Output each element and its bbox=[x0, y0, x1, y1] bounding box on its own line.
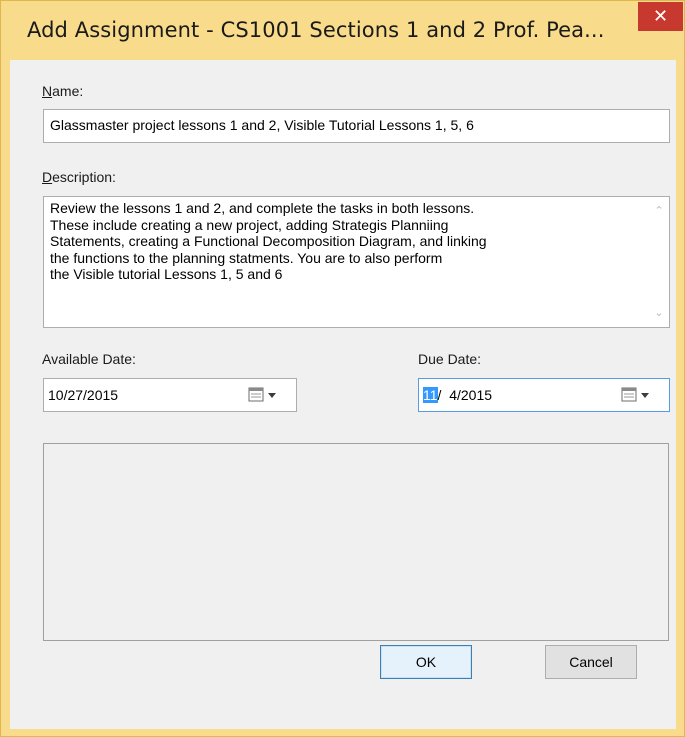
empty-panel bbox=[43, 443, 669, 641]
available-date-label: Available Date: bbox=[42, 351, 136, 367]
due-date-value: 11/ 4/2015 bbox=[423, 387, 492, 403]
description-label-text: escription: bbox=[52, 169, 116, 185]
calendar-dropdown-icon[interactable] bbox=[620, 387, 654, 403]
due-date-month-selected[interactable]: 11 bbox=[423, 387, 438, 403]
description-text: Review the lessons 1 and 2, and complete… bbox=[50, 200, 487, 282]
due-date-rest: / 4/2015 bbox=[437, 387, 493, 403]
window-title: Add Assignment - CS1001 Sections 1 and 2… bbox=[27, 18, 605, 42]
scroll-down-icon[interactable]: ⌄ bbox=[649, 303, 669, 323]
description-textarea[interactable]: Review the lessons 1 and 2, and complete… bbox=[43, 196, 670, 328]
name-label-mnemonic: N bbox=[42, 83, 53, 99]
available-date-value: 10/27/2015 bbox=[48, 387, 119, 403]
dialog-window: Add Assignment - CS1001 Sections 1 and 2… bbox=[0, 0, 685, 737]
description-label-mnemonic: D bbox=[42, 169, 53, 185]
due-date-picker[interactable]: 11/ 4/2015 bbox=[418, 378, 670, 412]
cancel-button[interactable]: Cancel bbox=[545, 645, 637, 679]
name-label: Name: bbox=[42, 83, 83, 99]
available-date-picker[interactable]: 10/27/2015 bbox=[43, 378, 297, 412]
due-date-label: Due Date: bbox=[418, 351, 482, 367]
ok-button[interactable]: OK bbox=[380, 645, 472, 679]
calendar-dropdown-icon[interactable] bbox=[247, 387, 281, 403]
close-icon: ✕ bbox=[652, 6, 669, 27]
name-label-text: ame: bbox=[52, 83, 84, 99]
close-button[interactable]: ✕ bbox=[638, 2, 683, 31]
description-label: Description: bbox=[42, 169, 116, 185]
description-scrollbar[interactable]: ⌃ ⌄ bbox=[649, 197, 669, 327]
name-input[interactable]: Glassmaster project lessons 1 and 2, Vis… bbox=[43, 109, 670, 143]
title-bar[interactable]: Add Assignment - CS1001 Sections 1 and 2… bbox=[1, 1, 684, 59]
scroll-up-icon[interactable]: ⌃ bbox=[649, 201, 669, 221]
dialog-body: Name: Glassmaster project lessons 1 and … bbox=[10, 60, 676, 729]
